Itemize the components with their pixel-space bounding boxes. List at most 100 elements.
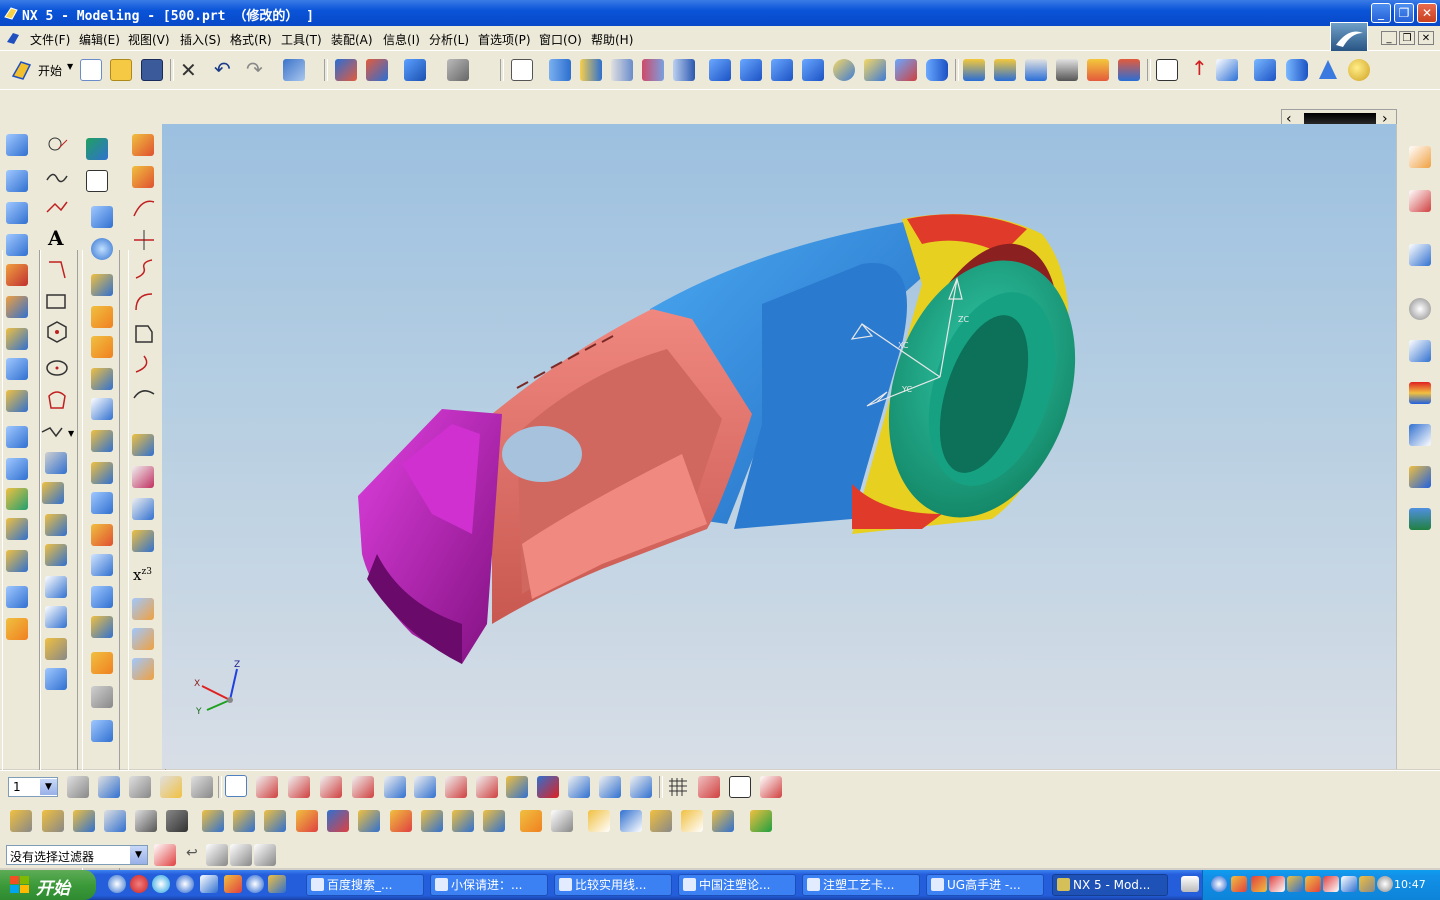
system-materials-icon[interactable]: [1409, 340, 1431, 362]
intersect-curve-icon[interactable]: [45, 544, 67, 566]
surface-a-icon[interactable]: [6, 170, 28, 192]
menu-insert[interactable]: 插入(S): [180, 31, 221, 48]
surface-icon[interactable]: [963, 59, 985, 81]
chevron-down-icon[interactable]: ▼: [40, 779, 57, 795]
view2-icon[interactable]: [580, 59, 602, 81]
snap4-icon[interactable]: [630, 776, 652, 798]
wcs-save-icon[interactable]: [476, 776, 498, 798]
download-icon[interactable]: [750, 810, 772, 832]
cylinder-icon[interactable]: [926, 59, 948, 81]
web-browser-icon[interactable]: [1409, 244, 1431, 266]
surface-e-icon[interactable]: [6, 328, 28, 350]
smooth-spline-icon[interactable]: [132, 352, 156, 376]
block4-icon[interactable]: [802, 59, 824, 81]
taskbar-item-lines[interactable]: 比较实用线...: [554, 874, 672, 896]
assembly6-icon[interactable]: [166, 810, 188, 832]
redo-icon[interactable]: ↷: [246, 57, 263, 81]
deselect-icon[interactable]: [230, 844, 252, 866]
quicklaunch-browser-icon[interactable]: [176, 875, 194, 893]
order-icon[interactable]: [551, 810, 573, 832]
wcs-dynamics-icon[interactable]: [225, 775, 247, 797]
surface4-icon[interactable]: [1056, 59, 1078, 81]
extrude-icon[interactable]: [91, 206, 113, 228]
menu-preferences[interactable]: 首选项(P): [478, 31, 531, 48]
grid-icon[interactable]: [667, 776, 689, 798]
tray-expand-icon[interactable]: [1211, 876, 1227, 892]
grid-snap-icon[interactable]: [698, 776, 720, 798]
sequence-icon[interactable]: [520, 810, 542, 832]
maximize-button[interactable]: ❐: [1394, 3, 1414, 23]
text-icon[interactable]: A: [48, 226, 64, 250]
surface-h-icon[interactable]: [6, 426, 28, 448]
point-icon[interactable]: [45, 134, 69, 158]
tray-app4-icon[interactable]: [1377, 876, 1393, 892]
menu-assemblies[interactable]: 装配(A): [331, 31, 373, 48]
spline-icon[interactable]: [45, 166, 69, 190]
undo-icon[interactable]: ↶: [214, 57, 231, 81]
assembly2-icon[interactable]: [42, 810, 64, 832]
shaded-cube-icon[interactable]: [404, 59, 426, 81]
block-icon[interactable]: [709, 59, 731, 81]
boss-icon[interactable]: [91, 306, 113, 328]
select-type-icon[interactable]: [154, 844, 176, 866]
move-to-layer-icon[interactable]: [160, 776, 182, 798]
surface-f-icon[interactable]: [6, 358, 28, 380]
block3-icon[interactable]: [771, 59, 793, 81]
mate-icon[interactable]: [296, 810, 318, 832]
clearance-icon[interactable]: [483, 810, 505, 832]
copy-to-layer-icon[interactable]: [191, 776, 213, 798]
trim-curve-icon[interactable]: [132, 196, 156, 220]
transform-icon[interactable]: [283, 59, 305, 81]
surface6-icon[interactable]: [1118, 59, 1140, 81]
menu-tools[interactable]: 工具(T): [281, 31, 322, 48]
explode-icon[interactable]: [421, 810, 443, 832]
blend-icon[interactable]: [91, 524, 113, 546]
menu-analysis[interactable]: 分析(L): [429, 31, 469, 48]
new-component-icon[interactable]: [233, 810, 255, 832]
part-model[interactable]: XC YC ZC Z X Y: [162, 124, 1396, 769]
arc-icon[interactable]: [45, 258, 69, 282]
surface-m-icon[interactable]: [6, 586, 28, 608]
assembly4-icon[interactable]: [104, 810, 126, 832]
extract-curve-icon[interactable]: [45, 606, 67, 628]
rib-icon[interactable]: [91, 462, 113, 484]
law-curve-icon[interactable]: [132, 598, 154, 620]
undo-select-icon[interactable]: ↩: [186, 845, 198, 861]
law-curve2-icon[interactable]: [132, 628, 154, 650]
surface-i-icon[interactable]: [6, 458, 28, 480]
curve-params-icon[interactable]: [132, 384, 156, 408]
pattern-icon[interactable]: [91, 720, 113, 742]
expression-icon[interactable]: xz3: [133, 566, 152, 584]
snap3-icon[interactable]: [599, 776, 621, 798]
layout-icon[interactable]: [511, 59, 533, 81]
component-array-icon[interactable]: [264, 810, 286, 832]
divide-curve-icon[interactable]: [132, 228, 156, 252]
quicklaunch-app-icon[interactable]: [224, 875, 242, 893]
arc-length-icon[interactable]: [132, 322, 156, 346]
law-curve3-icon[interactable]: [132, 658, 154, 680]
view-box-icon[interactable]: [729, 776, 751, 798]
rectangle-icon[interactable]: [45, 290, 69, 314]
taskbar-item-baidu[interactable]: 百度搜索_...: [306, 874, 424, 896]
keyboard-icon[interactable]: [1181, 876, 1199, 892]
view3-icon[interactable]: [611, 59, 633, 81]
wcs-origin-icon[interactable]: [256, 776, 278, 798]
cylinder2-icon[interactable]: [1286, 59, 1308, 81]
display-product-icon[interactable]: [620, 810, 642, 832]
helix-icon[interactable]: ▼: [40, 420, 74, 444]
menu-view[interactable]: 视图(V): [128, 31, 170, 48]
graphics-viewport[interactable]: XC YC ZC Z X Y: [162, 124, 1396, 769]
split-body-icon[interactable]: [91, 686, 113, 708]
mirror-assembly-icon[interactable]: [358, 810, 380, 832]
wcs-xc-icon[interactable]: [414, 776, 436, 798]
view-icon[interactable]: [549, 59, 571, 81]
system-scenes-icon[interactable]: [1409, 508, 1431, 530]
tray-qq-icon[interactable]: [1287, 876, 1303, 892]
tray-app1-icon[interactable]: [1231, 876, 1247, 892]
sketch-rect-icon[interactable]: [86, 170, 108, 192]
surface-n-icon[interactable]: [6, 618, 28, 640]
quick-pick-icon[interactable]: [254, 844, 276, 866]
quicklaunch-ie-icon[interactable]: [108, 875, 126, 893]
mdi-restore-button[interactable]: ❐: [1399, 31, 1415, 45]
snap2-icon[interactable]: [568, 776, 590, 798]
